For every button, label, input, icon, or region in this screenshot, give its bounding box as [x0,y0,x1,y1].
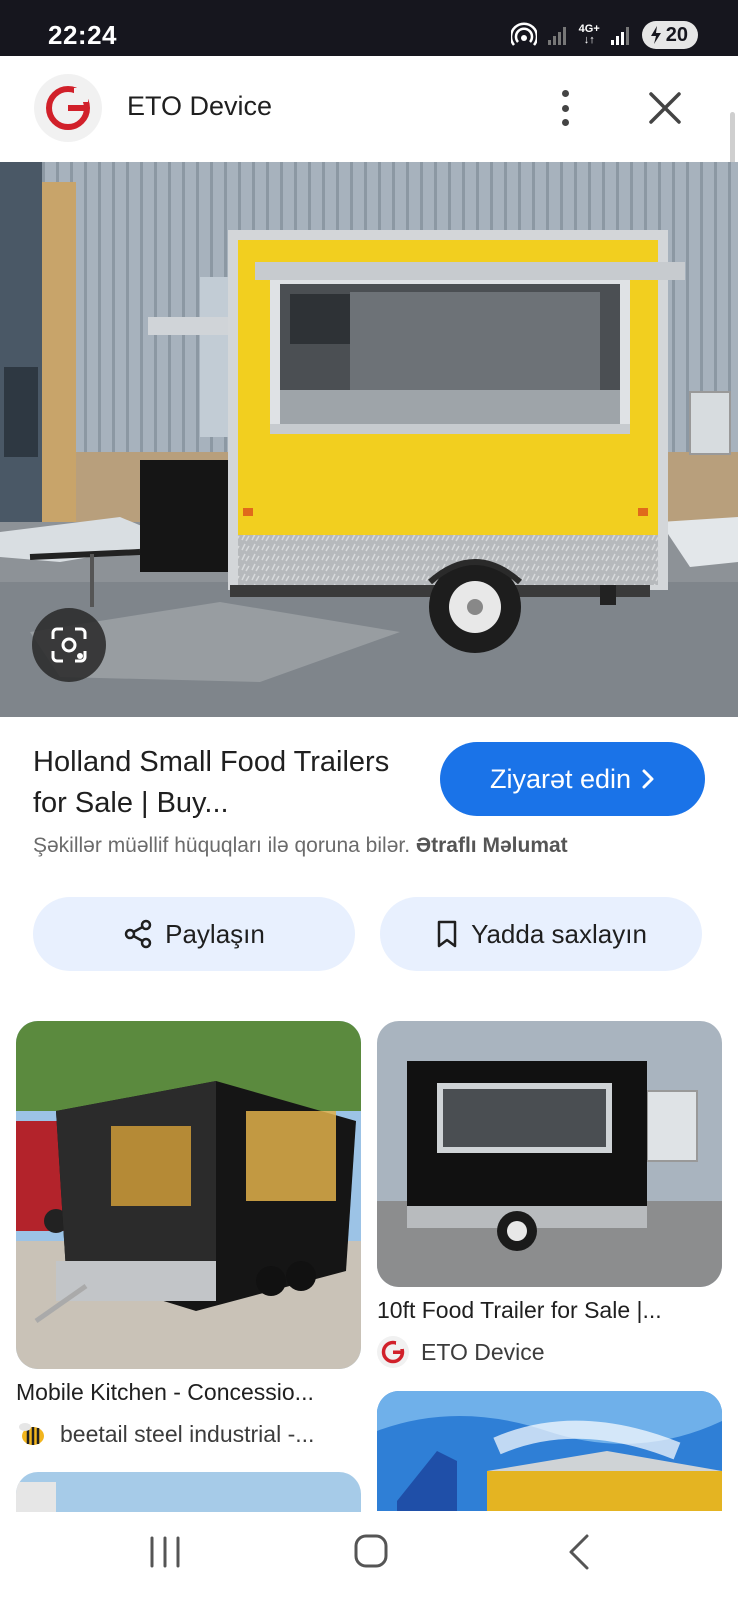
main-image[interactable] [0,162,738,717]
status-time: 22:24 [48,20,117,50]
related-caption-1[interactable]: Mobile Kitchen - Concessio... [16,1379,361,1406]
visit-label: Ziyarət edin [489,763,632,794]
hotspot-icon [510,22,537,46]
home-icon[interactable] [353,1532,389,1570]
status-icons: 4G+ ↓↑ 20 [510,20,698,50]
trailer-photo-3 [16,1472,361,1512]
related-source-2-label: ETO Device [421,1338,545,1365]
result-title[interactable]: Holland Small Food Trailers for Sale | B… [33,742,413,824]
related-source-1-label: beetail steel industrial -... [60,1420,315,1447]
bookmark-icon [437,920,457,948]
status-bar: 22:24 4G+ ↓↑ 20 [0,0,738,56]
back-icon[interactable] [565,1532,591,1572]
black-trailer-photo-2 [377,1021,722,1287]
related-source-2[interactable]: ETO Device [377,1336,545,1368]
share-label: Paylaşın [165,918,265,949]
bee-icon [19,1423,44,1445]
more-info-link[interactable]: Ətraflı Məlumat [416,834,568,857]
food-trailer-photo [0,162,738,717]
save-label: Yadda saxlayın [471,918,647,949]
site-logo-small-icon [381,1340,405,1364]
site-logo-icon [46,86,90,130]
battery-indicator: 20 [641,21,698,49]
related-caption-2[interactable]: 10ft Food Trailer for Sale |... [377,1297,722,1324]
site-logo[interactable] [34,74,102,142]
signal-icon [610,27,629,45]
navigation-bar [0,1512,738,1600]
related-image-4[interactable] [377,1391,722,1511]
yellow-kiosk-photo [377,1391,722,1511]
copyright-notice: Şəkillər müəllif hüquqları ilə qoruna bi… [33,834,568,858]
more-options-icon[interactable] [550,86,580,130]
share-icon [124,919,152,949]
lens-search-icon[interactable] [32,608,106,682]
save-button[interactable]: Yadda saxlayın [380,897,702,971]
related-image-1[interactable] [16,1021,361,1369]
black-trailer-photo [16,1021,361,1369]
lens-icon [51,627,87,663]
chevron-right-icon [642,769,654,789]
site-name[interactable]: ETO Device [127,91,272,122]
site-logo-small [377,1336,409,1368]
battery-level: 20 [665,23,688,46]
battery-icon [650,26,661,44]
close-icon[interactable] [645,86,685,130]
copyright-text: Şəkillər müəllif hüquqları ilə qoruna bi… [33,834,411,857]
related-source-1[interactable]: beetail steel industrial -... [16,1418,314,1450]
viewer-header: ETO Device [0,56,738,216]
signal-icon [547,27,566,45]
visit-button[interactable]: Ziyarət edin [440,742,705,816]
recent-apps-icon[interactable] [148,1534,182,1570]
related-image-2[interactable] [377,1021,722,1287]
related-image-3[interactable] [16,1472,361,1512]
share-button[interactable]: Paylaşın [33,897,355,971]
network-type: 4G+ ↓↑ [578,23,600,46]
